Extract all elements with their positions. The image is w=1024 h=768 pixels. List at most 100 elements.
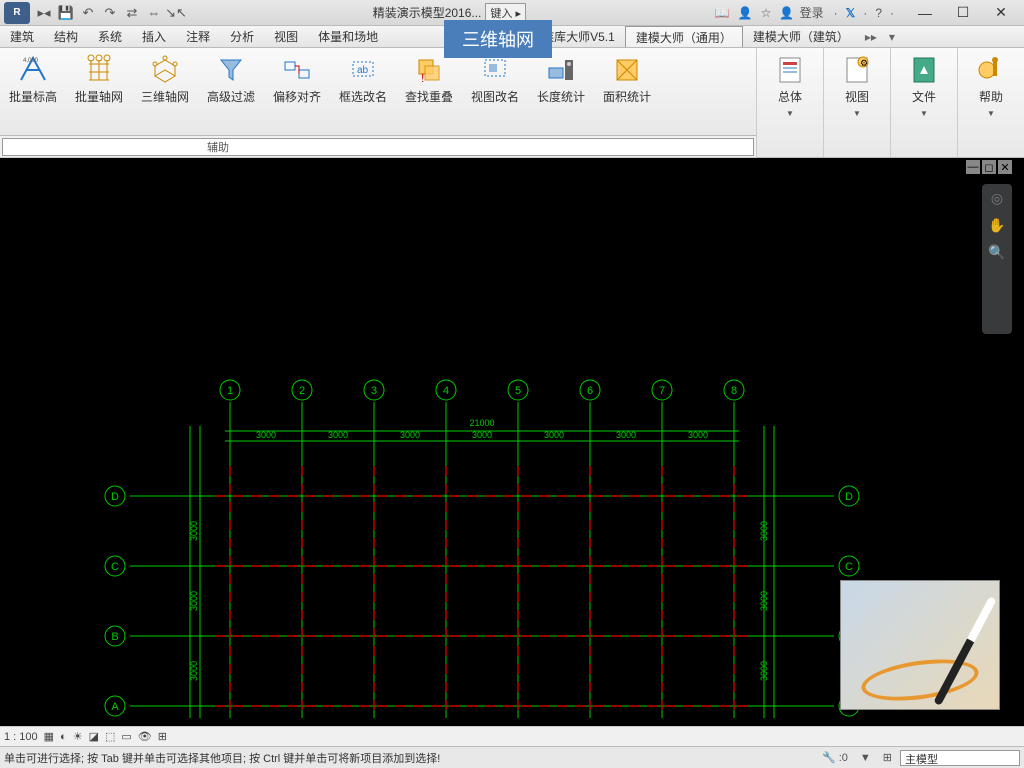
svg-text:4: 4 xyxy=(443,385,449,397)
worksets-icon[interactable]: ⊞ xyxy=(879,751,896,764)
nav-wheel-icon[interactable]: ◎ xyxy=(991,190,1003,207)
svg-text:⚙: ⚙ xyxy=(860,58,868,68)
crop-icon[interactable]: ⬚ xyxy=(105,730,115,743)
btn-area-stat[interactable]: 面积统计 xyxy=(596,52,658,105)
svg-text:C: C xyxy=(845,561,853,573)
nav-zoom-icon[interactable]: 🔍 xyxy=(988,244,1005,261)
nav-pan-icon[interactable]: ✋ xyxy=(988,217,1005,234)
redo-icon[interactable]: ↷ xyxy=(100,4,120,22)
app-logo[interactable]: R xyxy=(4,2,30,24)
navigation-wand-widget[interactable] xyxy=(840,580,1000,710)
btn-view-cfg[interactable]: ⚙视图▼ xyxy=(826,52,888,118)
svg-text:3: 3 xyxy=(371,385,377,397)
crop-show-icon[interactable]: ▭ xyxy=(121,730,131,743)
hide-icon[interactable]: 👁 xyxy=(138,730,152,743)
drawing-canvas[interactable]: — ◻ ✕ 1122334455667788AABBCCDD3000300030… xyxy=(0,158,1024,726)
selection-count[interactable]: 🔧 :0 xyxy=(818,751,852,764)
svg-text:B: B xyxy=(111,631,118,643)
star-icon[interactable]: ☆ xyxy=(759,6,774,20)
svg-text:3000: 3000 xyxy=(616,430,636,440)
close-button[interactable]: ✕ xyxy=(982,2,1020,24)
ribbon-panel: 4,000批量标高 批量轴网 三维轴网 高级过滤 偏移对齐 ab框选改名 !查找… xyxy=(0,48,756,136)
btn-length-stat[interactable]: 长度统计 xyxy=(530,52,592,105)
svg-text:3000: 3000 xyxy=(328,430,348,440)
svg-text:!: ! xyxy=(421,71,424,85)
status-message: 单击可进行选择; 按 Tab 键并单击可选择其他项目; 按 Ctrl 键并单击可… xyxy=(4,750,814,766)
btn-help[interactable]: 帮助▼ xyxy=(960,52,1022,118)
sun-icon[interactable]: ☀ xyxy=(73,730,83,743)
tab-struct[interactable]: 结构 xyxy=(44,26,88,47)
login-link[interactable]: 👤 登录 xyxy=(777,4,827,21)
style-icon[interactable]: ◐ xyxy=(60,731,67,743)
tabs-more-icon[interactable]: ▸▸ xyxy=(859,30,883,44)
scale-label[interactable]: 1 : 100 xyxy=(4,731,38,743)
ribbon-tabs: 建筑 结构 系统 插入 注释 分析 视图 体量和场地 三维轴网 族库大师V5.1… xyxy=(0,26,1024,48)
tab-annotate[interactable]: 注释 xyxy=(176,26,220,47)
tab-analyze[interactable]: 分析 xyxy=(220,26,264,47)
tab-arch[interactable]: 建筑 xyxy=(0,26,44,47)
svg-text:4,000: 4,000 xyxy=(23,58,39,64)
status-bar: 单击可进行选择; 按 Tab 键并单击可选择其他项目; 按 Ctrl 键并单击可… xyxy=(0,746,1024,768)
svg-text:6: 6 xyxy=(587,385,593,397)
model-selector[interactable]: 主模型 xyxy=(900,750,1020,766)
navigation-bar[interactable]: ◎ ✋ 🔍 xyxy=(982,184,1012,334)
svg-text:1: 1 xyxy=(227,385,233,397)
tooltip-3d-grid: 三维轴网 xyxy=(444,20,552,58)
svg-text:2: 2 xyxy=(299,385,305,397)
help-icon[interactable]: ? xyxy=(873,6,884,20)
svg-text:ab: ab xyxy=(357,65,369,76)
btn-box-rename[interactable]: ab框选改名 xyxy=(332,52,394,105)
btn-view-rename[interactable]: 视图改名 xyxy=(464,52,526,105)
svg-text:3000: 3000 xyxy=(400,430,420,440)
svg-text:3000: 3000 xyxy=(256,430,276,440)
btn-batch-level[interactable]: 4,000批量标高 xyxy=(2,52,64,105)
svg-text:3000: 3000 xyxy=(688,430,708,440)
type-selector[interactable] xyxy=(2,138,754,156)
tab-model-master-arch[interactable]: 建模大师（建筑） xyxy=(743,26,859,47)
svg-text:8: 8 xyxy=(731,385,737,397)
filter-icon[interactable]: ▼ xyxy=(856,752,875,764)
expand-icon[interactable]: ↘↖ xyxy=(166,4,186,22)
btn-advanced-filter[interactable]: 高级过滤 xyxy=(200,52,262,105)
svg-text:3000: 3000 xyxy=(189,521,199,541)
tab-view[interactable]: 视图 xyxy=(264,26,308,47)
exchange-icon[interactable]: 𝕏 xyxy=(844,6,858,20)
tab-mass[interactable]: 体量和场地 xyxy=(308,26,388,47)
svg-text:D: D xyxy=(845,491,853,503)
minimize-button[interactable]: — xyxy=(906,2,944,24)
reveal-icon[interactable]: ⊞ xyxy=(158,730,167,743)
tab-system[interactable]: 系统 xyxy=(88,26,132,47)
tabs-collapse-icon[interactable]: ▾ xyxy=(883,30,901,44)
btn-3d-grid[interactable]: 三维轴网 xyxy=(134,52,196,105)
svg-text:3000: 3000 xyxy=(189,591,199,611)
open-icon[interactable]: ▸◂ xyxy=(34,4,54,22)
btn-overall[interactable]: 总体▼ xyxy=(759,52,821,118)
svg-text:D: D xyxy=(111,491,119,503)
svg-text:5: 5 xyxy=(515,385,521,397)
shadow-icon[interactable]: ◪ xyxy=(89,730,99,743)
tab-insert[interactable]: 插入 xyxy=(132,26,176,47)
undo-icon[interactable]: ↶ xyxy=(78,4,98,22)
svg-text:3000: 3000 xyxy=(759,591,769,611)
svg-text:7: 7 xyxy=(659,385,665,397)
sync-icon[interactable]: ⇄ xyxy=(122,4,142,22)
book-icon[interactable]: 📖 xyxy=(713,6,732,20)
measure-icon[interactable]: ⇔ xyxy=(144,4,164,22)
svg-text:A: A xyxy=(111,701,119,713)
save-icon[interactable]: 💾 xyxy=(56,4,76,22)
svg-text:3000: 3000 xyxy=(189,661,199,681)
btn-find-overlap[interactable]: !查找重叠 xyxy=(398,52,460,105)
svg-text:3000: 3000 xyxy=(544,430,564,440)
svg-text:C: C xyxy=(111,561,119,573)
btn-file[interactable]: 文件▼ xyxy=(893,52,955,118)
user-icon[interactable]: 👤 xyxy=(736,6,755,20)
btn-batch-grid[interactable]: 批量轴网 xyxy=(68,52,130,105)
quick-access-toolbar: ▸◂ 💾 ↶ ↷ ⇄ ⇔ ↘↖ xyxy=(34,4,186,22)
svg-text:21000: 21000 xyxy=(469,418,494,428)
tab-model-master-general[interactable]: 建模大师（通用） xyxy=(625,26,743,47)
btn-offset-align[interactable]: 偏移对齐 xyxy=(266,52,328,105)
options-bar: 辅助 xyxy=(0,136,756,158)
detail-icon[interactable]: ▦ xyxy=(44,730,54,743)
svg-text:3000: 3000 xyxy=(759,521,769,541)
maximize-button[interactable]: ☐ xyxy=(944,2,982,24)
